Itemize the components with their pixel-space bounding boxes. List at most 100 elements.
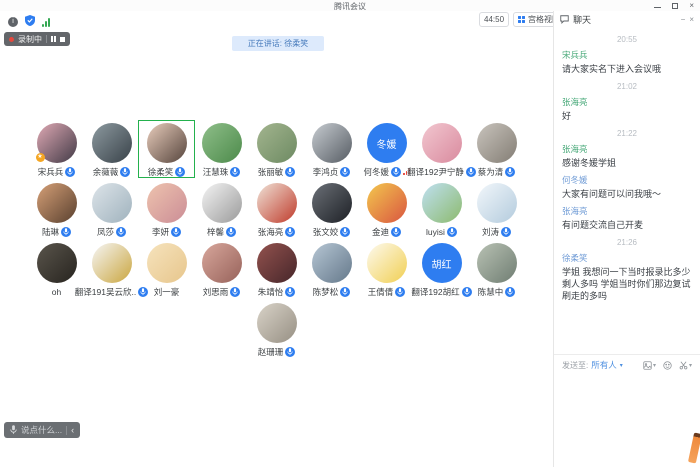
participant-tile[interactable]: ★ 凤莎 bbox=[84, 181, 139, 237]
participant-tile[interactable]: ★ 陆琳 bbox=[29, 181, 84, 237]
participant-tile[interactable]: ★ 蔡为清 bbox=[469, 121, 524, 177]
participant-tile[interactable]: ★ 张文姣 bbox=[304, 181, 359, 237]
host-crown-icon: ★ bbox=[36, 153, 45, 162]
collapse-icon[interactable]: ‹ bbox=[71, 426, 74, 435]
avatar: ★ bbox=[147, 243, 187, 283]
participant-name: 刘一豪 bbox=[154, 286, 180, 298]
pause-recording-button[interactable] bbox=[51, 36, 56, 42]
participant-tile[interactable]: ★ 李鸿贞 bbox=[304, 121, 359, 177]
avatar: ★ 胡红 bbox=[422, 243, 462, 283]
avatar: ★ bbox=[37, 123, 77, 163]
avatar: ★ bbox=[367, 183, 407, 223]
participant-name: 陈慧中 bbox=[478, 286, 504, 298]
chat-close-button[interactable]: × bbox=[689, 15, 694, 24]
security-shield-icon[interactable] bbox=[25, 13, 35, 31]
participant-name: 蔡为清 bbox=[478, 166, 504, 178]
participant-row: ★ 赵珊珊 bbox=[0, 301, 553, 357]
avatar: ★ bbox=[257, 303, 297, 343]
mic-icon bbox=[501, 227, 511, 237]
avatar: ★ bbox=[477, 123, 517, 163]
participant-name: 翻译192胡红 bbox=[411, 286, 459, 298]
participant-tile[interactable]: ★ 刘涛 bbox=[469, 181, 524, 237]
quick-chat-input[interactable]: 说点什么... ‹ bbox=[4, 422, 80, 438]
titlebar: 腾讯会议 × bbox=[0, 0, 700, 11]
avatar: ★ bbox=[37, 183, 77, 223]
participant-tile[interactable]: ★ 王倩倩 bbox=[359, 241, 414, 297]
participant-tile[interactable]: ★ 胡红 翻译192胡红 bbox=[414, 241, 469, 297]
participant-tile[interactable]: ★ 陈梦松 bbox=[304, 241, 359, 297]
chat-text: 大家有问题可以问我哦～ bbox=[562, 188, 692, 200]
participant-tile[interactable]: ★ 刘一豪 bbox=[139, 241, 194, 297]
chat-header: 聊天 − × bbox=[554, 11, 700, 28]
chat-message: 宋兵兵 请大家实名下进入会议哦 bbox=[562, 49, 692, 75]
avatar: ★ bbox=[92, 243, 132, 283]
recording-pill: 录制中 bbox=[4, 32, 70, 46]
chat-sender: 张海亮 bbox=[562, 205, 692, 217]
chat-timestamp: 21:22 bbox=[562, 129, 692, 138]
chat-minimize-button[interactable]: − bbox=[681, 15, 686, 24]
participant-tile[interactable]: ★ 李妍 bbox=[139, 181, 194, 237]
chat-message: 张海亮 有问题交流自己开麦 bbox=[562, 205, 692, 231]
meeting-info-icon[interactable]: i bbox=[8, 17, 18, 27]
participant-name: 翻译191吴云欣.. bbox=[75, 286, 136, 298]
mic-icon bbox=[505, 287, 515, 297]
avatar: ★ bbox=[202, 123, 242, 163]
send-to-label: 发送至: bbox=[562, 360, 588, 371]
send-to-selector[interactable]: 所有人 bbox=[591, 359, 617, 371]
participant-tile[interactable]: ★ 赵珊珊 bbox=[249, 301, 304, 357]
chat-timestamp: 20:55 bbox=[562, 35, 692, 44]
participant-tile[interactable]: ★ 刘思雨 bbox=[194, 241, 249, 297]
participant-name: 刘思雨 bbox=[203, 286, 229, 298]
stop-recording-button[interactable] bbox=[60, 37, 65, 42]
participant-tile[interactable]: ★ luyisi bbox=[414, 181, 469, 237]
emoji-icon[interactable] bbox=[663, 361, 672, 370]
participant-tile[interactable]: ★ 冬媛 何冬媛 bbox=[359, 121, 414, 177]
participant-tile[interactable]: ★ 宋兵兵 bbox=[29, 121, 84, 177]
participant-name: 陆琳 bbox=[42, 226, 59, 238]
participant-name: 张文姣 bbox=[313, 226, 339, 238]
chat-messages[interactable]: 20:55 宋兵兵 请大家实名下进入会议哦 21:02 张海亮 好 21:22 … bbox=[554, 28, 700, 354]
participant-name: luyisi bbox=[426, 227, 445, 237]
screenshot-icon[interactable]: ▾ bbox=[679, 361, 692, 370]
participant-tile[interactable]: ★ 汪慧珠 bbox=[194, 121, 249, 177]
avatar: ★ bbox=[422, 183, 462, 223]
chat-panel: 聊天 − × 20:55 宋兵兵 请大家实名下进入会议哦 21:02 张海亮 好… bbox=[553, 11, 700, 467]
mic-icon bbox=[285, 347, 295, 357]
image-upload-icon[interactable]: ▾ bbox=[643, 361, 656, 370]
participant-tile[interactable]: ★ 张丽敏 bbox=[249, 121, 304, 177]
network-signal-icon[interactable] bbox=[42, 18, 50, 27]
participant-tile[interactable]: ★ 翻译191吴云欣.. bbox=[84, 241, 139, 297]
close-button[interactable]: × bbox=[689, 1, 694, 10]
mic-icon bbox=[395, 287, 405, 297]
avatar: ★ bbox=[257, 243, 297, 283]
chat-text: 好 bbox=[562, 110, 692, 122]
mic-icon bbox=[391, 227, 401, 237]
participant-tile[interactable]: ★ 金迪 bbox=[359, 181, 414, 237]
minimize-button[interactable] bbox=[654, 7, 661, 8]
mic-icon bbox=[340, 287, 350, 297]
participant-tile[interactable]: ★ 梓馨 bbox=[194, 181, 249, 237]
participant-tile[interactable]: ★ 徐柔笑 bbox=[139, 121, 194, 177]
participant-tile[interactable]: ★ 翻译192尹宁静 bbox=[414, 121, 469, 177]
participant-name: 赵珊珊 bbox=[258, 346, 284, 358]
chat-text: 学姐 我想问一下当时报录比多少 剩人多吗 学姐当时你们那边复试刷走的多吗 bbox=[562, 266, 692, 302]
chat-sender: 宋兵兵 bbox=[562, 49, 692, 61]
avatar: ★ bbox=[147, 183, 187, 223]
maximize-button[interactable] bbox=[672, 3, 678, 9]
mic-icon bbox=[391, 167, 401, 177]
participant-tile[interactable]: ★ 陈慧中 bbox=[469, 241, 524, 297]
chat-message: 何冬媛 大家有问题可以问我哦～ bbox=[562, 174, 692, 200]
mic-icon bbox=[285, 167, 295, 177]
participant-name: 李妍 bbox=[152, 226, 169, 238]
participant-tile[interactable]: ★ 余薇薇 bbox=[84, 121, 139, 177]
participant-tile[interactable]: ★ 朱靖怡 bbox=[249, 241, 304, 297]
chat-text: 请大家实名下进入会议哦 bbox=[562, 63, 692, 75]
mic-icon bbox=[61, 227, 71, 237]
avatar: ★ bbox=[257, 183, 297, 223]
participant-name: 徐柔笑 bbox=[148, 166, 174, 178]
chat-timestamp: 21:02 bbox=[562, 82, 692, 91]
chat-input-area[interactable] bbox=[554, 375, 700, 467]
avatar: ★ bbox=[312, 123, 352, 163]
chat-sender: 徐柔笑 bbox=[562, 252, 692, 264]
participant-tile[interactable]: ★ 张海亮 bbox=[249, 181, 304, 237]
